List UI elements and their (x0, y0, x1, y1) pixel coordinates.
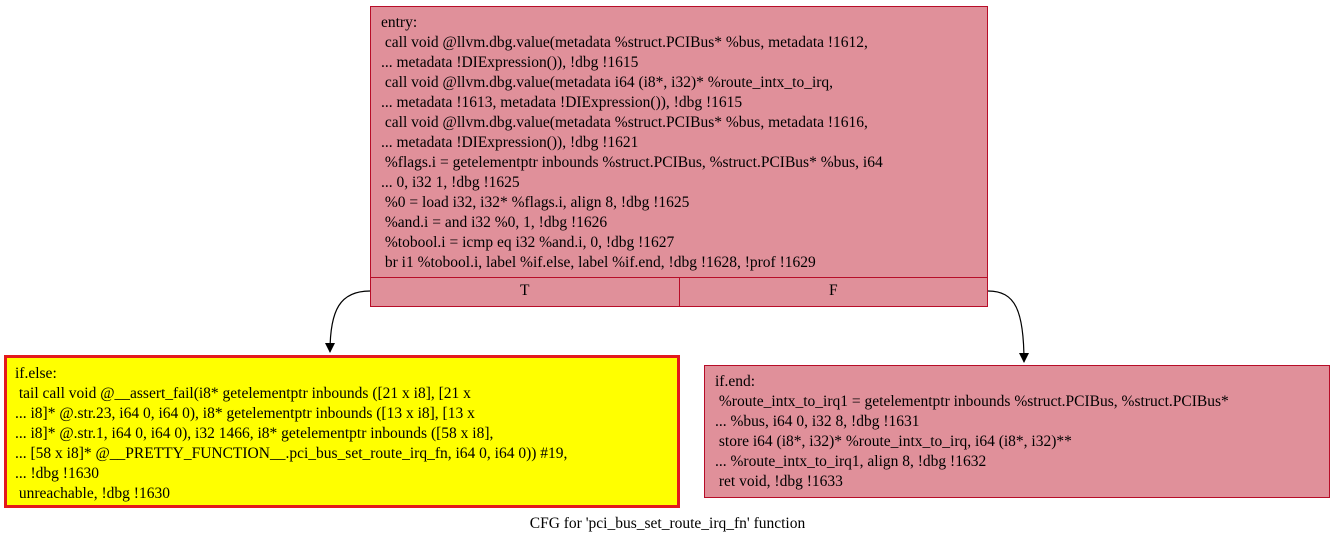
code-line: ... metadata !DIExpression()), !dbg !162… (381, 134, 639, 151)
code-line: ... metadata !DIExpression()), !dbg !161… (381, 54, 639, 71)
code-line: if.else: (15, 365, 57, 382)
code-line: call void @llvm.dbg.value(metadata i64 (… (381, 74, 834, 91)
code-line: unreachable, !dbg !1630 (15, 485, 170, 502)
port-true[interactable]: T (371, 278, 679, 306)
code-line: call void @llvm.dbg.value(metadata %stru… (381, 34, 868, 51)
code-line: ... [58 x i8]* @__PRETTY_FUNCTION__.pci_… (15, 445, 568, 462)
graph-caption: CFG for 'pci_bus_set_route_irq_fn' funct… (529, 515, 806, 532)
code-line: ... %route_intx_to_irq1, align 8, !dbg !… (715, 453, 987, 470)
code-line: br i1 %tobool.i, label %if.else, label %… (381, 254, 816, 271)
node-if-else-code: if.else: tail call void @__assert_fail(i… (15, 364, 673, 504)
code-line: %route_intx_to_irq1 = getelementptr inbo… (715, 393, 1229, 410)
code-line: %and.i = and i32 %0, 1, !dbg !1626 (381, 214, 608, 231)
code-line: entry: (381, 14, 418, 31)
code-line: store i64 (i8*, i32)* %route_intx_to_irq… (715, 433, 1072, 450)
code-line: call void @llvm.dbg.value(metadata %stru… (381, 114, 868, 131)
code-line: tail call void @__assert_fail(i8* getele… (15, 385, 471, 402)
code-line: ... %bus, i64 0, i32 8, !dbg !1631 (715, 413, 920, 430)
code-line: ... i8]* @.str.23, i64 0, i64 0), i8* ge… (15, 405, 475, 422)
code-line: if.end: (715, 373, 756, 390)
code-line: %flags.i = getelementptr inbounds %struc… (381, 154, 883, 171)
code-line: ret void, !dbg !1633 (715, 473, 843, 490)
code-line: ... i8]* @.str.1, i64 0, i64 0), i32 146… (15, 425, 494, 442)
node-if-else[interactable]: if.else: tail call void @__assert_fail(i… (4, 355, 680, 508)
code-line: %tobool.i = icmp eq i32 %and.i, 0, !dbg … (381, 234, 675, 251)
code-line: %0 = load i32, i32* %flags.i, align 8, !… (381, 194, 690, 211)
node-if-end[interactable]: if.end: %route_intx_to_irq1 = getelement… (704, 365, 1330, 498)
edge-false-to-if-end (987, 290, 1029, 363)
code-line: ... 0, i32 1, !dbg !1625 (381, 174, 520, 191)
edge-true-to-if-else (325, 290, 371, 353)
node-if-end-code: if.end: %route_intx_to_irq1 = getelement… (715, 372, 1325, 492)
node-entry[interactable]: entry: call void @llvm.dbg.value(metadat… (370, 6, 988, 307)
code-line: ... !dbg !1630 (15, 465, 99, 482)
node-entry-ports: T F (371, 277, 987, 306)
code-line: ... metadata !1613, metadata !DIExpressi… (381, 94, 743, 111)
port-false[interactable]: F (678, 278, 988, 306)
node-entry-code: entry: call void @llvm.dbg.value(metadat… (381, 13, 981, 273)
